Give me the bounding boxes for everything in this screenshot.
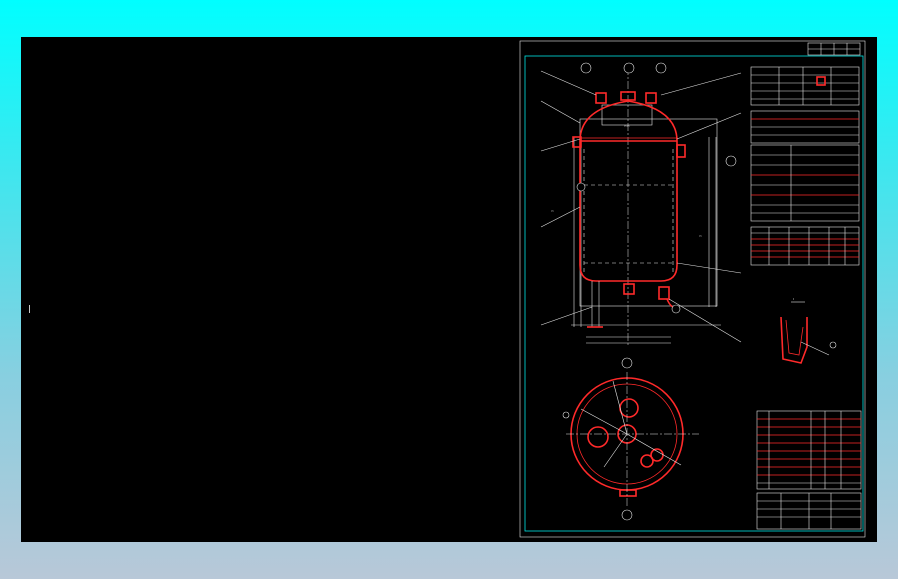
detail-view-label: I	[793, 297, 794, 301]
title-block	[756, 492, 862, 530]
vessel-plan-view	[562, 357, 699, 521]
cad-model-space[interactable]: ▭▭ ▭ ▭ I	[21, 37, 877, 542]
drawing-sheet: ▭▭ ▭ ▭ I	[519, 40, 866, 538]
detail-view-i: I	[780, 297, 837, 364]
sheet-outer-border	[519, 40, 866, 538]
technical-spec-table	[750, 66, 860, 106]
requirements-text-block	[750, 110, 860, 222]
svg-text:▭▭: ▭▭	[624, 124, 630, 128]
vessel-elevation-view: ▭▭ ▭ ▭	[540, 62, 742, 347]
parts-list-table	[756, 410, 862, 490]
corner-stamp-table	[807, 42, 861, 56]
vessel-shell	[579, 100, 678, 282]
nozzle-table	[750, 226, 860, 266]
svg-text:▭: ▭	[699, 234, 702, 238]
svg-text:▭: ▭	[551, 209, 554, 213]
